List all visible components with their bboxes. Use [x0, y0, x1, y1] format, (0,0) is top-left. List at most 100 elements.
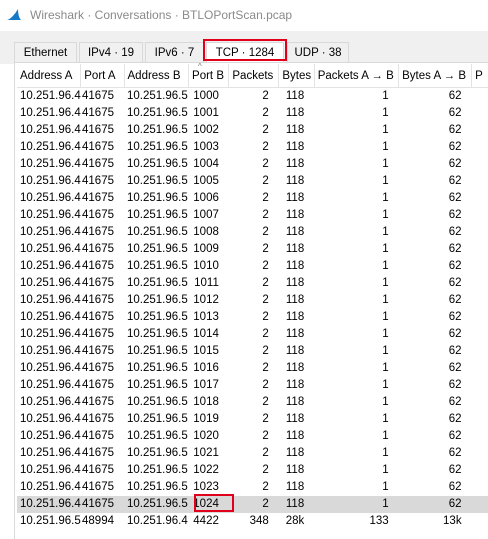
tab-ipv6[interactable]: IPv6 · 7 [145, 42, 204, 62]
table-row[interactable]: 10.251.96.4 41675 10.251.96.5 1017 2 118 1 62 [17, 377, 488, 394]
table-cell: 1 [382, 209, 389, 221]
table-cell [472, 360, 488, 377]
table-cell: 2 [262, 124, 269, 136]
table-row[interactable]: 10.251.96.5 48994 10.251.96.4 4422 348 28k 133… [17, 513, 488, 530]
table-cell: 2 [262, 294, 269, 306]
table-cell: 1 [382, 396, 389, 408]
table-cell: 1021 [193, 447, 219, 459]
table-cell: 41675 [82, 158, 114, 170]
tab-ethernet[interactable]: Ethernet [14, 42, 77, 62]
table-cell: 1 [382, 90, 389, 102]
table-cell: 1022 [193, 464, 219, 476]
table-row[interactable]: 10.251.96.4 41675 10.251.96.5 1016 2 118 1 62 [17, 360, 488, 377]
table-cell: 10.251.96.5 [127, 209, 188, 221]
col-packets-a-b[interactable]: Packets A → B [314, 64, 400, 88]
table-row[interactable]: 10.251.96.4 41675 10.251.96.5 1001 2 118 1 62 [17, 105, 488, 122]
table-row[interactable]: 10.251.96.4 41675 10.251.96.5 1023 2 118 1 62 [17, 479, 488, 496]
table-cell: 62 [448, 141, 462, 153]
table-cell: 118 [278, 496, 315, 513]
table-cell: 1 [382, 311, 389, 323]
table-cell: 10.251.96.4 [20, 481, 81, 493]
table-cell: 2 [262, 277, 269, 289]
table-row[interactable]: 10.251.96.4 41675 10.251.96.5 1021 2 118 1 62 [17, 445, 488, 462]
table-row[interactable]: 10.251.96.4 41675 10.251.96.5 1015 2 118 1 62 [17, 343, 488, 360]
table-row[interactable]: 10.251.96.4 41675 10.251.96.5 1008 2 118 1 62 [17, 224, 488, 241]
col-address-a[interactable]: Address A [17, 64, 82, 88]
table-cell: 2 [262, 90, 269, 102]
table-cell: 10.251.96.5 [127, 345, 188, 357]
table-cell: 118 [285, 328, 305, 340]
table-row[interactable]: 10.251.96.4 41675 10.251.96.5 1007 2 118 1 62 [17, 207, 488, 224]
table-cell: 118 [285, 158, 305, 170]
table-row[interactable]: 10.251.96.4 41675 10.251.96.5 1005 2 118 1 62 [17, 173, 488, 190]
table-cell: 41675 [82, 396, 114, 408]
tab-tcp[interactable]: TCP · 1284 [206, 42, 284, 62]
table-row[interactable]: 10.251.96.4 41675 10.251.96.5 1006 2 118 1 62 [17, 190, 488, 207]
table-row[interactable]: 10.251.96.4 41675 10.251.96.5 1018 2 118 1 62 [17, 394, 488, 411]
title-bar: Wireshark · Conversations · BTLOPortScan… [0, 0, 488, 31]
table-row[interactable]: 10.251.96.4 41675 10.251.96.5 1004 2 118 1 62 [17, 156, 488, 173]
table-row[interactable]: 10.251.96.4 41675 10.251.96.5 1022 2 118 1 62 [17, 462, 488, 479]
table-cell: 1 [382, 124, 389, 136]
table-cell: 10.251.96.5 [127, 362, 188, 374]
table-cell: 1 [382, 328, 389, 340]
table-cell: 118 [285, 175, 305, 187]
tab-udp[interactable]: UDP · 38 [287, 42, 349, 62]
table-row[interactable]: 10.251.96.4 41675 10.251.96.5 1014 2 118 1 62 [17, 326, 488, 343]
col-packets[interactable]: Packets [228, 64, 280, 88]
table-cell: 62 [448, 209, 462, 221]
table-cell: 41675 [82, 141, 114, 153]
table-cell: 41675 [82, 294, 114, 306]
table-cell: 10.251.96.5 [20, 515, 81, 527]
table-cell [471, 496, 488, 513]
table-cell [472, 190, 488, 207]
col-address-b[interactable]: Address B [124, 64, 190, 88]
table-cell: 10.251.96.4 [20, 90, 81, 102]
table-row[interactable]: 10.251.96.4 41675 10.251.96.5 1009 2 118 1 62 [17, 241, 488, 258]
table-cell: 118 [285, 294, 305, 306]
col-packets-b-a[interactable]: P [471, 64, 488, 88]
table-cell: 118 [285, 464, 305, 476]
col-port-a[interactable]: Port A [80, 64, 125, 88]
table-cell: 2 [262, 447, 269, 459]
table-row[interactable]: 10.251.96.4 41675 10.251.96.5 1012 2 118 1 62 [17, 292, 488, 309]
table-cell: 10.251.96.5 [127, 430, 188, 442]
table-cell: 10.251.96.4 [127, 515, 188, 527]
table-row[interactable]: 10.251.96.4 41675 10.251.96.5 1000 2 118 1 62 [17, 88, 488, 106]
col-bytes-a-b[interactable]: Bytes A → B [398, 64, 473, 88]
col-bytes[interactable]: Bytes [278, 64, 315, 88]
table-cell: 10.251.96.4 [20, 124, 81, 136]
table-cell: 2 [262, 243, 269, 255]
table-row[interactable]: 10.251.96.4 41675 10.251.96.5 1011 2 118 1 62 [17, 275, 488, 292]
table-cell: 10.251.96.5 [127, 107, 188, 119]
table-row[interactable]: 10.251.96.4 41675 10.251.96.5 1003 2 118 1 62 [17, 139, 488, 156]
tab-ipv4[interactable]: IPv4 · 19 [79, 42, 143, 62]
table-cell: 62 [448, 158, 462, 170]
table-cell: 62 [448, 379, 462, 391]
table-row[interactable]: 10.251.96.4 41675 10.251.96.5 1010 2 118 1 62 [17, 258, 488, 275]
table-cell: 10.251.96.5 [127, 192, 188, 204]
table-row[interactable]: 10.251.96.4 41675 10.251.96.5 1020 2 118 1 62 [17, 428, 488, 445]
table-row[interactable]: 10.251.96.4 41675 10.251.96.5 1024 2 118 1 62 [17, 496, 488, 513]
table-cell: 10.251.96.4 [17, 496, 81, 513]
window-title: Wireshark · Conversations · BTLOPortScan… [30, 8, 293, 22]
table-cell: 62 [448, 260, 462, 272]
table-cell [472, 343, 488, 360]
table-cell: 1 [382, 277, 389, 289]
table-cell [472, 309, 488, 326]
table-cell: 2 [262, 209, 269, 221]
table-cell: 10.251.96.5 [127, 277, 188, 289]
table-row[interactable]: 10.251.96.4 41675 10.251.96.5 1013 2 118 1 62 [17, 309, 488, 326]
table-cell [472, 462, 488, 479]
table-cell: 2 [262, 107, 269, 119]
table-cell: 41675 [82, 277, 114, 289]
table-row[interactable]: 10.251.96.4 41675 10.251.96.5 1019 2 118 1 62 [17, 411, 488, 428]
table-cell: 10.251.96.5 [127, 413, 188, 425]
table-cell: 10.251.96.4 [20, 447, 81, 459]
table-cell: 118 [285, 277, 305, 289]
col-port-b[interactable]: Port B [188, 64, 230, 88]
table-row[interactable]: 10.251.96.4 41675 10.251.96.5 1002 2 118 1 62 [17, 122, 488, 139]
table-cell: 41675 [82, 90, 114, 102]
table-cell: 1 [314, 496, 399, 513]
table-cell: 10.251.96.4 [20, 175, 81, 187]
